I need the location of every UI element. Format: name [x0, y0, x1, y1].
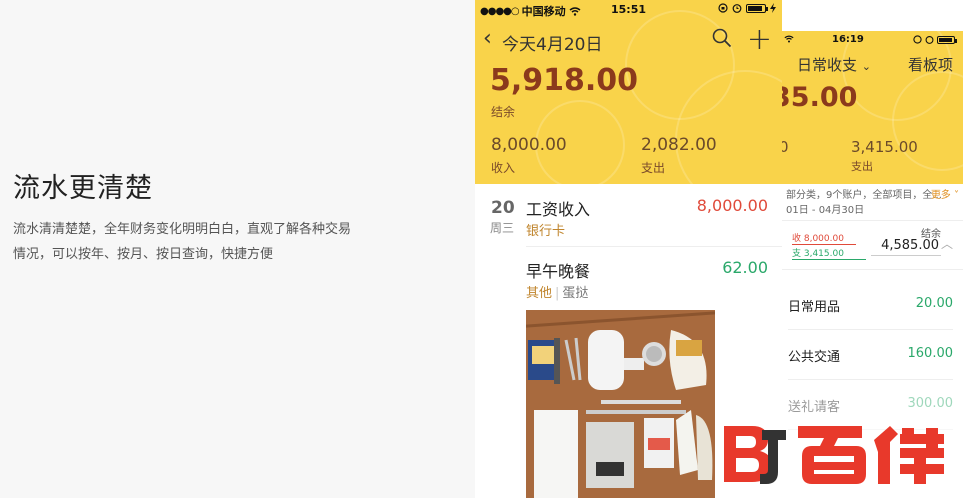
expense-amount: 2,082.00	[641, 135, 717, 155]
summary-header: ●●●●○ 中国移动 15:51 ‹ 今天4月20日 + 5,918.00 结余…	[475, 0, 782, 210]
board-nav-title[interactable]: 日常收支 ⌄	[797, 54, 871, 75]
board-expense-label: 支出	[851, 160, 873, 173]
status-time: 16:19	[832, 34, 864, 45]
status-bar: 16:19	[782, 31, 963, 49]
period-summary[interactable]: 收 8,000.00 支 3,415.00 结余 4,585.00 ︿	[782, 220, 963, 270]
transaction-category: 其他	[526, 286, 553, 301]
board-title-text: 日常收支	[797, 56, 858, 74]
date-range: 01日 - 04月30日	[786, 205, 865, 216]
more-label: 更多	[930, 190, 951, 201]
category-value: 300.00	[907, 396, 954, 411]
summary-expense: 支 3,415.00	[792, 246, 866, 260]
alarm-icon	[925, 35, 934, 44]
transaction-account: 银行卡	[526, 224, 566, 239]
divider	[526, 246, 782, 247]
promo-desc-line-2: 情况，可以按年、按月、按日查询，快捷方便	[13, 247, 274, 262]
category-label: 公共交通	[788, 350, 841, 365]
income-amount: 8,000.00	[491, 135, 567, 155]
transaction-amount: 8,000.00	[696, 196, 768, 215]
transaction-title: 工资收入	[526, 200, 591, 219]
transaction-meta: 其他 | 蛋挞	[526, 282, 588, 301]
wifi-icon	[784, 35, 794, 43]
category-row[interactable]: 公共交通 160.00	[788, 334, 953, 380]
category-label: 送礼请客	[788, 400, 841, 415]
category-value: 20.00	[915, 296, 953, 311]
board-income: 0	[782, 138, 789, 156]
day-weekday: 周三	[490, 221, 515, 235]
chevron-up-icon[interactable]: ︿	[941, 235, 953, 252]
transaction-item[interactable]: 工资收入 8,000.00 银行卡	[526, 196, 768, 240]
receipt-photo[interactable]	[526, 310, 715, 498]
alarm-icon	[732, 4, 742, 13]
summary-income: 收 8,000.00	[792, 231, 856, 245]
category-value: 160.00	[907, 346, 954, 361]
promo-desc-line-1: 流水清清楚楚，全年财务变化明明白白，直观了解各种交易	[13, 222, 352, 237]
transaction-note: 蛋挞	[562, 286, 589, 301]
board-balance: 35.00	[782, 82, 858, 113]
transaction-item[interactable]: 早午晚餐 62.00 其他 | 蛋挞	[526, 258, 768, 302]
nav-bar: ‹ 今天4月20日 +	[475, 22, 782, 58]
separator: |	[555, 286, 560, 301]
orientation-lock-icon	[718, 3, 728, 13]
status-bar: ●●●●○ 中国移动 15:51	[475, 0, 782, 20]
orientation-lock-icon	[913, 35, 922, 44]
balance-amount: 5,918.00	[490, 63, 639, 98]
more-filter-button[interactable]: 更多 ˅	[931, 186, 959, 201]
income-label: 收入	[491, 161, 516, 175]
chevron-down-icon: ⌄	[861, 60, 872, 73]
day-number: 20	[491, 198, 515, 218]
nav-title: 今天4月20日	[502, 35, 603, 55]
balance-label: 结余	[491, 105, 516, 119]
summary-balance-value: 4,585.00	[871, 238, 941, 256]
add-icon[interactable]: +	[747, 22, 772, 57]
board-settings-link[interactable]: 看板项	[908, 54, 953, 75]
category-label: 日常用品	[788, 300, 841, 315]
photo-illustration	[526, 310, 715, 498]
promo-section: 流水更清楚 流水清清楚楚，全年财务变化明明白白，直观了解各种交易 情况，可以按年…	[13, 166, 433, 267]
board-expense: 3,415.00	[851, 138, 918, 156]
transaction-amount: 62.00	[722, 258, 768, 277]
search-icon[interactable]	[712, 28, 732, 48]
back-chevron-icon[interactable]: ‹	[483, 26, 492, 51]
charging-icon	[770, 3, 776, 13]
battery-icon	[746, 3, 768, 13]
battery-icon	[937, 35, 957, 44]
promo-title: 流水更清楚	[13, 173, 153, 204]
promo-description: 流水清清楚楚，全年财务变化明明白白，直观了解各种交易 情况，可以按年、按月、按日…	[13, 217, 433, 267]
filter-summary: 部分类，9个账户，全部项目，全...	[786, 190, 942, 201]
chevron-down-icon: ˅	[954, 190, 959, 201]
expense-label: 支出	[641, 161, 666, 175]
category-row[interactable]: 日常用品 20.00	[788, 284, 953, 330]
transaction-title: 早午晚餐	[526, 262, 591, 281]
watermark-logo	[724, 426, 944, 484]
